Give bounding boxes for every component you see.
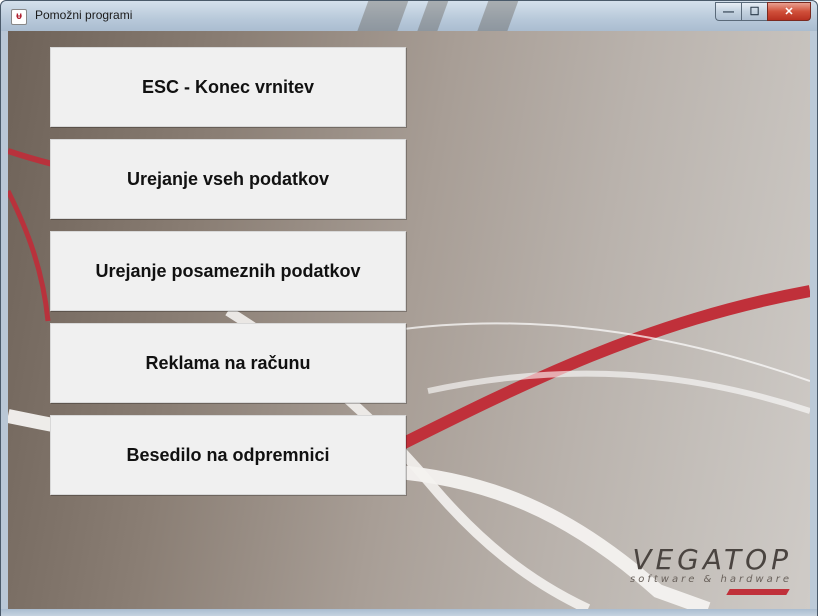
client-area: ESC - Konec vrnitev Urejanje vseh podatk…: [8, 31, 810, 609]
window-title: Pomožni programi: [35, 8, 133, 22]
maximize-button[interactable]: ☐: [741, 2, 767, 21]
red-swoosh-vertical: [8, 189, 51, 322]
app-window: ᵾ Pomožni programi — ☐ ✕ ESC - Konec vrn…: [0, 0, 818, 616]
logo-tagline: software & hardware: [630, 574, 792, 585]
vegatop-logo: VEGATOP software & hardware: [630, 543, 792, 595]
titlebar-glass-streak: [350, 1, 412, 31]
close-button[interactable]: ✕: [767, 2, 811, 21]
edit-individual-data-button[interactable]: Urejanje posameznih podatkov: [50, 231, 406, 311]
logo-wordmark: VEGATOP: [632, 543, 792, 576]
delivery-note-text-button[interactable]: Besedilo na odpremnici: [50, 415, 406, 495]
title-bar[interactable]: ᵾ Pomožni programi — ☐ ✕: [1, 1, 817, 31]
logo-red-bar: [726, 589, 790, 595]
close-icon: ✕: [784, 6, 794, 18]
minimize-icon: —: [723, 5, 734, 18]
esc-exit-button[interactable]: ESC - Konec vrnitev: [50, 47, 406, 127]
titlebar-glass-streak: [410, 1, 452, 31]
invoice-ad-button[interactable]: Reklama na računu: [50, 323, 406, 403]
app-icon[interactable]: ᵾ: [11, 9, 27, 25]
minimize-button[interactable]: —: [715, 2, 741, 21]
window-bottom-border: [1, 609, 817, 616]
titlebar-glass-streak: [470, 1, 522, 31]
window-controls: — ☐ ✕: [715, 2, 811, 22]
maximize-icon: ☐: [749, 6, 760, 18]
edit-all-data-button[interactable]: Urejanje vseh podatkov: [50, 139, 406, 219]
